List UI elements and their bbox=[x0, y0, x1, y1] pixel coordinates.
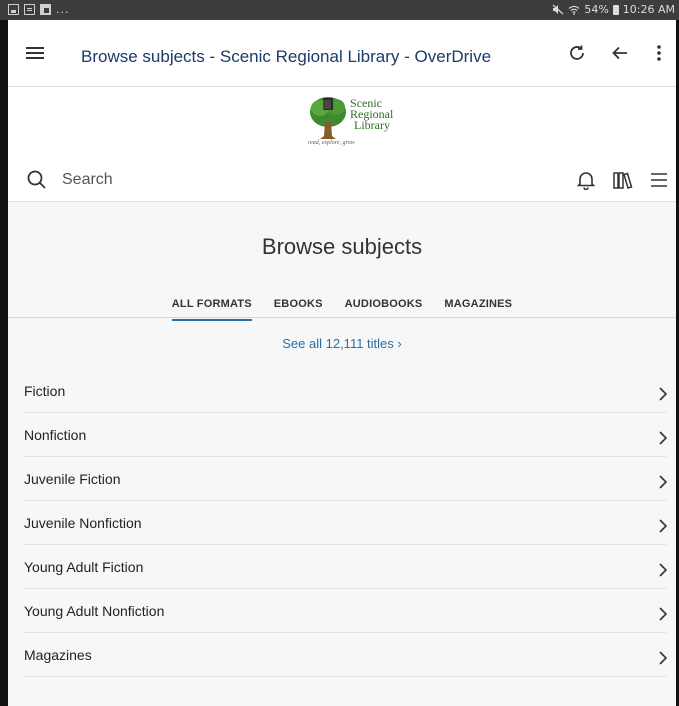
subject-row-juvenile-fiction[interactable]: Juvenile Fiction bbox=[24, 457, 668, 501]
subject-label: Juvenile Fiction bbox=[24, 471, 121, 487]
bookshelf-icon[interactable] bbox=[611, 168, 635, 192]
app-notification-icon bbox=[40, 4, 51, 15]
search-input[interactable] bbox=[60, 167, 464, 193]
clock: 10:26 AM bbox=[622, 3, 675, 16]
tree-logo-icon bbox=[310, 97, 346, 139]
subject-label: Magazines bbox=[24, 647, 92, 663]
message-notification-icon bbox=[24, 4, 35, 15]
browser-toolbar: Browse subjects - Scenic Regional Librar… bbox=[8, 20, 676, 87]
notifications-bell-icon[interactable] bbox=[574, 168, 598, 192]
search-icon[interactable] bbox=[26, 169, 48, 191]
more-options-icon[interactable] bbox=[644, 38, 674, 68]
page-title-bar: Browse subjects - Scenic Regional Librar… bbox=[81, 47, 492, 66]
chevron-right-icon bbox=[659, 431, 668, 445]
hamburger-menu-icon[interactable] bbox=[26, 47, 44, 59]
subject-label: Young Adult Nonfiction bbox=[24, 603, 165, 619]
library-logo[interactable]: Scenic Regional Library read, explore, g… bbox=[304, 92, 404, 150]
search-bar bbox=[8, 159, 676, 199]
subject-row-fiction[interactable]: Fiction bbox=[24, 369, 668, 413]
logo-wordmark: Scenic Regional Library bbox=[350, 97, 393, 132]
battery-percent: 54% bbox=[584, 3, 609, 16]
logo-tagline: read, explore, grow bbox=[308, 140, 355, 146]
more-notifications-indicator: ... bbox=[56, 3, 70, 16]
subject-label: Nonfiction bbox=[24, 427, 87, 443]
subject-row-young-adult-nonfiction[interactable]: Young Adult Nonfiction bbox=[24, 589, 668, 633]
logo-line-3: Library bbox=[354, 118, 390, 132]
reload-icon[interactable] bbox=[562, 38, 592, 68]
notification-icons: ... bbox=[8, 3, 70, 16]
tab-magazines[interactable]: MAGAZINES bbox=[444, 298, 512, 318]
chevron-right-icon bbox=[659, 475, 668, 489]
chevron-right-icon bbox=[659, 387, 668, 401]
tabs-divider bbox=[8, 317, 676, 318]
see-all-titles-link[interactable]: See all 12,111 titles › bbox=[8, 336, 676, 351]
subject-label: Fiction bbox=[24, 383, 66, 399]
subject-row-juvenile-nonfiction[interactable]: Juvenile Nonfiction bbox=[24, 501, 668, 545]
subject-row-young-adult-fiction[interactable]: Young Adult Fiction bbox=[24, 545, 668, 589]
main-content: Browse subjects ALL FORMATS EBOOKS AUDIO… bbox=[8, 202, 676, 706]
chevron-right-icon bbox=[659, 607, 668, 621]
mute-icon bbox=[552, 4, 564, 15]
format-tabs: ALL FORMATS EBOOKS AUDIOBOOKS MAGAZINES bbox=[8, 298, 676, 321]
subject-row-magazines[interactable]: Magazines bbox=[24, 633, 668, 677]
tab-ebooks[interactable]: EBOOKS bbox=[274, 298, 323, 318]
status-bar: ... 54% 10:26 AM bbox=[0, 0, 679, 20]
device-frame-left bbox=[0, 0, 8, 706]
tab-all-formats[interactable]: ALL FORMATS bbox=[171, 298, 252, 321]
battery-icon bbox=[612, 4, 619, 15]
subject-label: Juvenile Nonfiction bbox=[24, 515, 142, 531]
system-status: 54% 10:26 AM bbox=[552, 3, 675, 16]
back-arrow-icon[interactable] bbox=[605, 38, 635, 68]
tab-audiobooks[interactable]: AUDIOBOOKS bbox=[345, 298, 423, 318]
subject-list: Fiction Nonfiction Juvenile Fiction Juve… bbox=[24, 369, 668, 677]
site-menu-icon[interactable] bbox=[647, 168, 671, 192]
page-heading: Browse subjects bbox=[261, 234, 423, 259]
library-header: Scenic Regional Library read, explore, g… bbox=[8, 87, 676, 202]
subject-row-nonfiction[interactable]: Nonfiction bbox=[24, 413, 668, 457]
chevron-right-icon bbox=[659, 563, 668, 577]
chevron-right-icon bbox=[659, 651, 668, 665]
wifi-icon bbox=[568, 5, 580, 15]
gallery-notification-icon bbox=[8, 4, 19, 15]
subject-label: Young Adult Fiction bbox=[24, 559, 144, 575]
chevron-right-icon bbox=[659, 519, 668, 533]
